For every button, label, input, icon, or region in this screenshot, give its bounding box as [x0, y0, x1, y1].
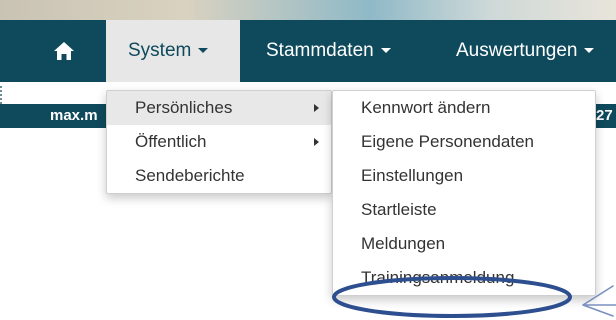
submenu-item-einstellungen[interactable]: Einstellungen [333, 159, 595, 193]
system-dropdown-menu: Persönliches Öffentlich Sendeberichte [106, 90, 332, 194]
top-navbar: System Stammdaten Auswertungen [0, 20, 616, 82]
caret-down-icon [380, 48, 391, 54]
submenu-item-startleiste[interactable]: Startleiste [333, 193, 595, 227]
nav-system-label: System [128, 40, 192, 61]
header-banner-image [0, 0, 616, 22]
submenu-item-trainingsanmeldung[interactable]: Trainingsanmeldung [333, 261, 595, 295]
nav-system[interactable]: System [106, 20, 240, 82]
nav-stammdaten[interactable]: Stammdaten [266, 20, 391, 82]
nav-stammdaten-label: Stammdaten [266, 40, 374, 61]
submenu-item-label: Einstellungen [361, 166, 464, 185]
menu-item-label: Persönliches [135, 98, 233, 117]
submenu-item-label: Meldungen [361, 234, 446, 253]
home-button[interactable] [38, 20, 90, 82]
menu-item-label: Sendeberichte [135, 166, 245, 185]
chevron-right-icon [314, 138, 319, 146]
submenu-item-eigene-personendaten[interactable]: Eigene Personendaten [333, 125, 595, 159]
submenu-item-kennwort-aendern[interactable]: Kennwort ändern [333, 91, 595, 125]
status-right-value: 27 [596, 107, 613, 124]
menu-item-label: Öffentlich [135, 132, 207, 151]
submenu-item-label: Kennwort ändern [361, 98, 491, 117]
divider-dotted [0, 86, 4, 104]
nav-auswertungen-label: Auswertungen [456, 40, 578, 61]
menu-item-oeffentlich[interactable]: Öffentlich [107, 125, 331, 159]
nav-auswertungen[interactable]: Auswertungen [456, 20, 595, 82]
submenu-item-label: Trainingsanmeldung [361, 268, 515, 287]
status-username: max.m [50, 107, 98, 124]
caret-down-icon [198, 48, 209, 54]
menu-item-persoenliches[interactable]: Persönliches [107, 91, 331, 125]
submenu-item-label: Startleiste [361, 200, 437, 219]
submenu-item-label: Eigene Personendaten [361, 132, 534, 151]
submenu-item-meldungen[interactable]: Meldungen [333, 227, 595, 261]
chevron-right-icon [314, 104, 319, 112]
personal-submenu: Kennwort ändern Eigene Personendaten Ein… [332, 90, 596, 296]
caret-down-icon [584, 48, 595, 54]
home-icon [54, 42, 74, 60]
menu-item-sendeberichte[interactable]: Sendeberichte [107, 159, 331, 193]
